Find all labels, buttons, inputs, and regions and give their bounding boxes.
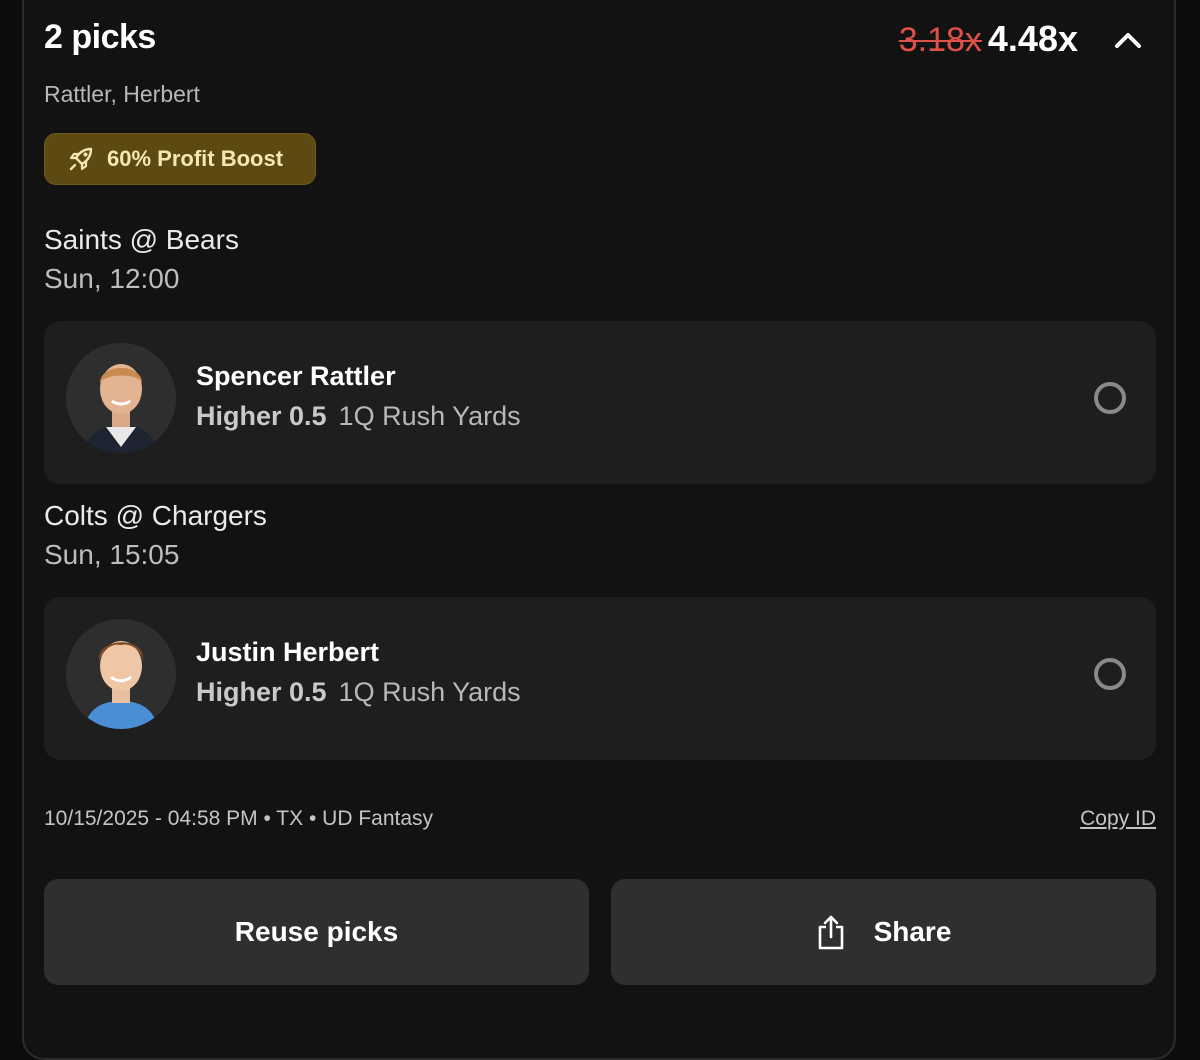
chevron-up-icon: [1115, 33, 1141, 48]
reuse-picks-button[interactable]: Reuse picks: [44, 879, 589, 985]
game-time: Sun, 15:05: [44, 539, 180, 570]
player-avatar: [66, 343, 176, 453]
game-matchup: Saints @ Bears: [44, 224, 239, 255]
pick-status-radio[interactable]: [1094, 658, 1126, 690]
pick-direction: Higher 0.5: [196, 401, 327, 431]
collapse-button[interactable]: [1108, 22, 1148, 58]
share-icon: [818, 915, 843, 950]
game-matchup: Colts @ Chargers: [44, 500, 267, 531]
player-name: Spencer Rattler: [196, 361, 396, 391]
pick-stat: 1Q Rush Yards: [338, 401, 521, 431]
pick-card-herbert: Justin Herbert Higher 0.5 1Q Rush Yards: [44, 597, 1156, 760]
payout-multipliers: 3.18x 4.48x: [899, 18, 1078, 60]
entry-meta: 10/15/2025 - 04:58 PM • TX • UD Fantasy: [44, 807, 434, 830]
rocket-icon: [69, 147, 93, 171]
game-time: Sun, 12:00: [44, 263, 180, 294]
pick-card-rattler: Spencer Rattler Higher 0.5 1Q Rush Yards: [44, 321, 1156, 484]
pick-direction: Higher 0.5: [196, 677, 327, 707]
copy-id-link[interactable]: Copy ID: [1080, 807, 1156, 831]
share-button[interactable]: Share: [611, 879, 1156, 985]
player-avatar: [66, 619, 176, 729]
pick-status-radio[interactable]: [1094, 382, 1126, 414]
profit-boost-label: 60% Profit Boost: [107, 146, 284, 171]
old-multiplier: 3.18x: [898, 21, 982, 59]
boosted-multiplier: 4.48x: [987, 18, 1078, 59]
share-label: Share: [873, 916, 952, 947]
pick-line: Higher 0.5 1Q Rush Yards: [196, 401, 521, 432]
picks-count-title: 2 picks: [44, 18, 156, 56]
pick-stat: 1Q Rush Yards: [338, 677, 521, 707]
profit-boost-badge: 60% Profit Boost: [44, 133, 316, 185]
players-summary: Rattler, Herbert: [44, 81, 200, 107]
reuse-picks-label: Reuse picks: [234, 916, 399, 947]
player-name: Justin Herbert: [196, 637, 380, 667]
pick-line: Higher 0.5 1Q Rush Yards: [196, 677, 521, 708]
